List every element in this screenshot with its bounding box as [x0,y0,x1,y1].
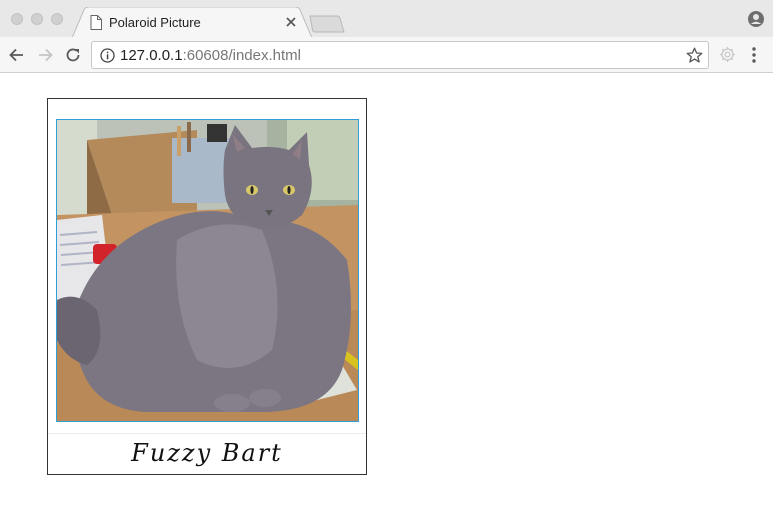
bookmark-star-icon[interactable] [686,47,703,64]
reload-icon[interactable] [63,45,83,65]
polaroid-caption: Fuzzy Bart [131,439,283,467]
minimize-window-button[interactable] [31,13,43,25]
kebab-menu-icon[interactable] [749,46,759,64]
polaroid-card: Fuzzy Bart [47,98,367,475]
url-text: 127.0.0.1:60608/index.html [120,47,301,64]
browser-toolbar: 127.0.0.1:60608/index.html [0,37,773,73]
zoom-window-button[interactable] [51,13,63,25]
url-path: :60608/index.html [182,47,301,64]
profile-icon[interactable] [747,10,765,28]
new-tab-button[interactable] [309,15,345,33]
address-bar[interactable]: 127.0.0.1:60608/index.html [91,41,709,69]
url-host: 127.0.0.1 [120,47,183,64]
back-arrow-icon[interactable] [7,45,27,65]
close-window-button[interactable] [11,13,23,25]
close-icon[interactable] [284,15,298,29]
tab-strip: Polaroid Picture [0,0,773,38]
polaroid-photo [56,119,359,422]
cat-photo [57,120,358,421]
caption-divider [48,433,366,434]
tab-title: Polaroid Picture [109,15,201,30]
tab-polaroid-picture[interactable]: Polaroid Picture [72,7,312,38]
forward-arrow-icon[interactable] [35,45,55,65]
extension-icon[interactable] [719,46,736,63]
page-icon [90,15,102,30]
info-icon[interactable] [100,48,115,63]
